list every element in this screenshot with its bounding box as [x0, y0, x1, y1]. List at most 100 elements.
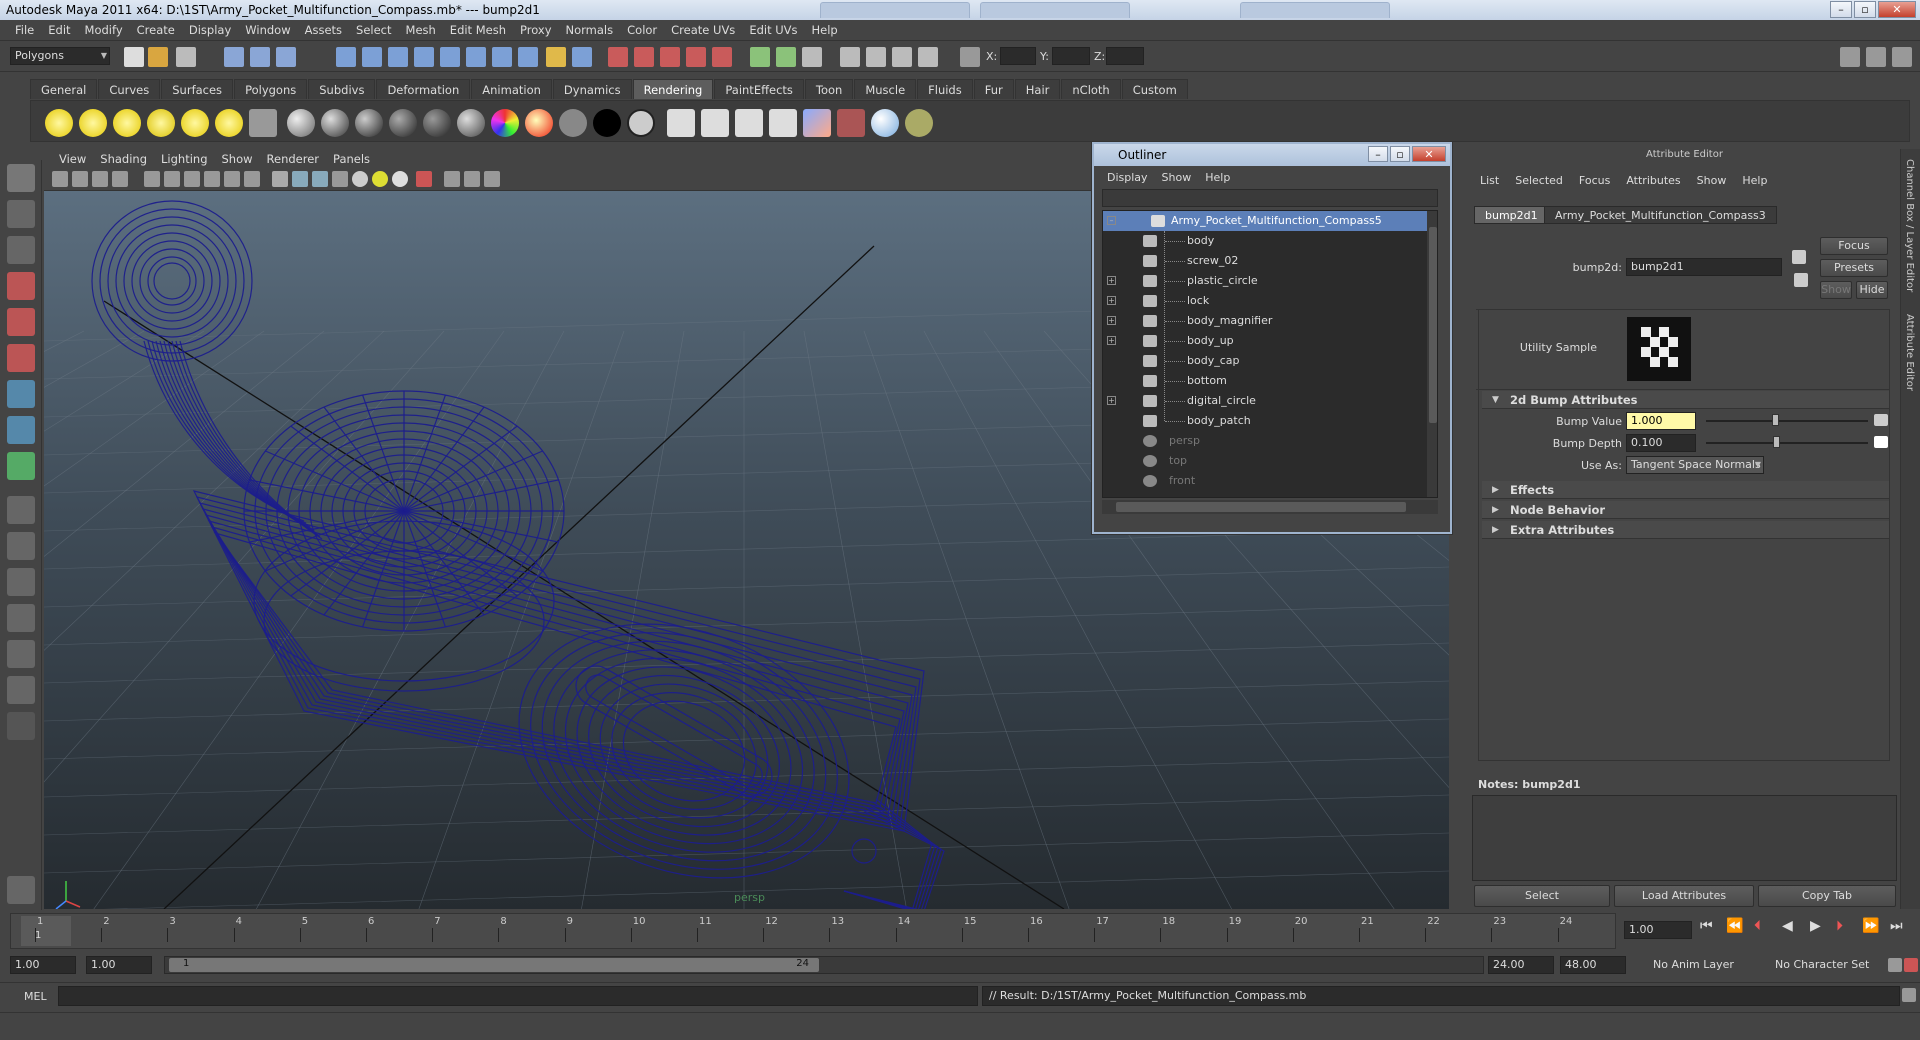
- character-set-dropdown[interactable]: No Character Set: [1770, 956, 1880, 974]
- outliner-minimize-icon[interactable]: –: [1368, 146, 1388, 162]
- section-extra-attributes[interactable]: ▶ Extra Attributes: [1482, 521, 1890, 539]
- wireframe-icon[interactable]: [272, 171, 288, 187]
- auto-key-icon[interactable]: [1888, 958, 1902, 972]
- anim-layer-dropdown[interactable]: No Anim Layer: [1648, 956, 1758, 974]
- shelf-tab-fluids[interactable]: Fluids: [917, 79, 973, 99]
- snap-point-icon[interactable]: [388, 47, 408, 67]
- attribute-editor-tab[interactable]: Attribute Editor: [1904, 314, 1915, 391]
- play-forwards-icon[interactable]: ▶: [1810, 918, 1821, 934]
- directional-light-icon[interactable]: [79, 109, 107, 137]
- shelf-tab-surfaces[interactable]: Surfaces: [161, 79, 234, 99]
- shelf-tab-painteffects[interactable]: PaintEffects: [714, 79, 804, 99]
- lambert-shader-icon[interactable]: [321, 109, 349, 137]
- step-forward-frame-icon[interactable]: ⏵: [1836, 918, 1843, 934]
- phong-shader-icon[interactable]: [355, 109, 383, 137]
- construction-icon[interactable]: [492, 47, 512, 67]
- scroll-thumb[interactable]: [1429, 227, 1437, 423]
- z-field[interactable]: [1106, 47, 1144, 65]
- section-node-behavior[interactable]: ▶ Node Behavior: [1482, 501, 1890, 519]
- hypershade-shelf-icon[interactable]: [803, 109, 831, 137]
- select-camera-icon[interactable]: [52, 171, 68, 187]
- use-background-icon[interactable]: [559, 109, 587, 137]
- animation-end-field[interactable]: 48.00: [1560, 956, 1626, 974]
- outliner-item[interactable]: body_cap: [1103, 351, 1427, 371]
- shelf-tab-general[interactable]: General: [30, 79, 98, 99]
- bump-value-slider[interactable]: [1706, 420, 1868, 422]
- viewport-menu-lighting[interactable]: Lighting: [154, 152, 214, 166]
- point-light-icon[interactable]: [113, 109, 141, 137]
- ae-menu-selected[interactable]: Selected: [1507, 174, 1571, 187]
- render-view-shelf-icon[interactable]: [837, 109, 865, 137]
- render-clapper-icon[interactable]: [667, 109, 695, 137]
- move-tool-icon[interactable]: [7, 272, 35, 300]
- hand-icon[interactable]: [7, 876, 35, 904]
- minimize-icon[interactable]: –: [1830, 1, 1852, 18]
- field-chart-icon[interactable]: [224, 171, 240, 187]
- open-scene-icon[interactable]: [148, 47, 168, 67]
- menu-edit-mesh[interactable]: Edit Mesh: [443, 23, 513, 37]
- hide-button[interactable]: Hide: [1856, 281, 1888, 299]
- shelf-tab-subdivs[interactable]: Subdivs: [308, 79, 376, 99]
- make-live-icon[interactable]: [440, 47, 460, 67]
- menu-normals[interactable]: Normals: [559, 23, 621, 37]
- render-view-icon[interactable]: [712, 47, 732, 67]
- copy-tab-button[interactable]: Copy Tab: [1758, 885, 1896, 907]
- expand-icon[interactable]: +: [1107, 336, 1116, 345]
- ipr-render-icon[interactable]: [634, 47, 654, 67]
- save-scene-icon[interactable]: [176, 47, 196, 67]
- layout-icon[interactable]: [1840, 47, 1860, 67]
- outliner-item[interactable]: body: [1103, 231, 1427, 251]
- outliner-maximize-icon[interactable]: ▫: [1390, 146, 1410, 162]
- bump-depth-slider[interactable]: [1706, 442, 1868, 444]
- menu-create-uvs[interactable]: Create UVs: [664, 23, 742, 37]
- render-settings-shelf-icon[interactable]: [769, 109, 797, 137]
- batch-render-icon[interactable]: [735, 109, 763, 137]
- shelf-tab-muscle[interactable]: Muscle: [854, 79, 917, 99]
- default-light-icon[interactable]: [352, 171, 368, 187]
- dope-sheet-icon[interactable]: [918, 47, 938, 67]
- outliner-item[interactable]: + digital_circle: [1103, 391, 1427, 411]
- channel-layout-icon[interactable]: [1866, 47, 1886, 67]
- shelf-tab-dynamics[interactable]: Dynamics: [552, 79, 632, 99]
- menu-select[interactable]: Select: [349, 23, 398, 37]
- new-scene-icon[interactable]: [124, 47, 144, 67]
- outliner-item[interactable]: + plastic_circle: [1103, 271, 1427, 291]
- smooth-shade-icon[interactable]: [292, 171, 308, 187]
- shelf-tab-rendering[interactable]: Rendering: [632, 79, 714, 99]
- manipulator-tool-icon[interactable]: [7, 380, 35, 408]
- viewport-menu-panels[interactable]: Panels: [326, 152, 377, 166]
- spot-light-icon[interactable]: [147, 109, 175, 137]
- render-settings-icon[interactable]: [660, 47, 680, 67]
- ae-menu-help[interactable]: Help: [1734, 174, 1775, 187]
- viewport-menu-shading[interactable]: Shading: [93, 152, 154, 166]
- hypershade-icon[interactable]: [686, 47, 706, 67]
- menu-modify[interactable]: Modify: [78, 23, 130, 37]
- outliner-menu-display[interactable]: Display: [1100, 171, 1155, 184]
- shelf-tab-polygons[interactable]: Polygons: [234, 79, 308, 99]
- xray-joints-icon[interactable]: [464, 171, 480, 187]
- ramp-shader-icon[interactable]: [491, 109, 519, 137]
- film-gate-icon[interactable]: [164, 171, 180, 187]
- go-to-start-icon[interactable]: ⏮: [1700, 918, 1713, 934]
- shelf-tab-curves[interactable]: Curves: [98, 79, 161, 99]
- menu-proxy[interactable]: Proxy: [513, 23, 559, 37]
- outliner-menu-help[interactable]: Help: [1198, 171, 1237, 184]
- tool-settings-icon[interactable]: [840, 47, 860, 67]
- lock-icon[interactable]: [546, 47, 566, 67]
- soft-mod-icon[interactable]: [7, 416, 35, 444]
- shadows-icon[interactable]: [392, 171, 408, 187]
- safe-action-icon[interactable]: [244, 171, 260, 187]
- notes-field[interactable]: [1472, 795, 1897, 881]
- attribute-editor-toggle-icon[interactable]: [802, 47, 822, 67]
- expand-icon[interactable]: +: [1107, 276, 1116, 285]
- select-object-icon[interactable]: [250, 47, 270, 67]
- black-shader-icon[interactable]: [593, 109, 621, 137]
- paint-select-icon[interactable]: [7, 236, 35, 264]
- outliner-item[interactable]: + body_up: [1103, 331, 1427, 351]
- ae-menu-list[interactable]: List: [1472, 174, 1507, 187]
- playback-end-field[interactable]: 24.00: [1488, 956, 1554, 974]
- shelf-tab-fur[interactable]: Fur: [973, 79, 1014, 99]
- image-plane-icon[interactable]: [112, 171, 128, 187]
- viewport-menu-renderer[interactable]: Renderer: [260, 152, 327, 166]
- all-lights-icon[interactable]: [372, 171, 388, 187]
